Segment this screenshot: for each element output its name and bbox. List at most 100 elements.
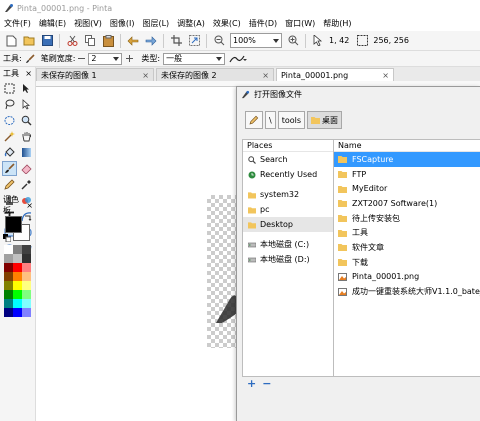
place-pc[interactable]: pc xyxy=(243,202,333,217)
palette-close-icon[interactable]: × xyxy=(26,201,33,210)
save-icon[interactable] xyxy=(40,34,54,48)
file-row[interactable]: 成功一键重装系统大师V1.1.0_bate_00001. xyxy=(334,284,480,299)
zoom-out-icon[interactable] xyxy=(212,34,226,48)
place-drive-c[interactable]: 本地磁盘 (C:) xyxy=(243,237,333,252)
pencil-icon[interactable] xyxy=(2,177,17,192)
menu-adjustments[interactable]: 调整(A) xyxy=(173,18,209,29)
tools-panel-close-icon[interactable]: × xyxy=(25,69,32,78)
brush-type-combo[interactable]: 一般 xyxy=(163,52,226,65)
file-row[interactable]: 下载 xyxy=(334,255,480,270)
palette-swatch[interactable] xyxy=(22,281,31,290)
tab-close-icon[interactable]: × xyxy=(382,71,389,80)
file-row[interactable]: FSCapture xyxy=(334,152,480,167)
menu-image[interactable]: 图像(I) xyxy=(106,18,139,29)
brush-width-increase-icon[interactable] xyxy=(126,55,134,62)
primary-color-swatch[interactable] xyxy=(5,216,22,233)
palette-swatch[interactable] xyxy=(4,245,13,254)
copy-icon[interactable] xyxy=(83,34,97,48)
brush-width-decrease-icon[interactable] xyxy=(78,55,86,62)
brush-width-combo[interactable]: 2 xyxy=(88,52,123,65)
place-drive-d[interactable]: 本地磁盘 (D:) xyxy=(243,252,333,267)
file-row[interactable]: 软件文章 xyxy=(334,240,480,255)
path-segment-tools[interactable]: tools xyxy=(277,111,306,129)
path-segment-desktop[interactable]: 桌面 xyxy=(307,111,343,129)
zoom-in-icon[interactable] xyxy=(286,34,300,48)
palette-swatch[interactable] xyxy=(13,290,22,299)
tab-untitled-1[interactable]: 未保存的图像 1 × xyxy=(36,68,154,81)
palette-swatch[interactable] xyxy=(22,245,31,254)
menu-layers[interactable]: 图层(L) xyxy=(138,18,173,29)
palette-swatch[interactable] xyxy=(22,254,31,263)
color-picker-icon[interactable] xyxy=(19,177,34,192)
palette-swatch[interactable] xyxy=(13,254,22,263)
tab-untitled-2[interactable]: 未保存的图像 2 × xyxy=(156,68,274,81)
palette-swatch[interactable] xyxy=(22,308,31,317)
palette-swatch[interactable] xyxy=(13,272,22,281)
name-column-header[interactable]: Name xyxy=(334,140,480,152)
pan-icon[interactable] xyxy=(19,129,34,144)
redo-icon[interactable] xyxy=(144,34,158,48)
palette-swatch[interactable] xyxy=(22,299,31,308)
menu-help[interactable]: 帮助(H) xyxy=(319,18,355,29)
menu-edit[interactable]: 编辑(E) xyxy=(35,18,70,29)
palette-swatch[interactable] xyxy=(4,263,13,272)
zoom-dropdown[interactable]: 100% xyxy=(230,33,282,48)
magic-wand-icon[interactable] xyxy=(2,129,17,144)
file-row[interactable]: MyEditor xyxy=(334,181,480,196)
palette-swatch[interactable] xyxy=(4,272,13,281)
file-row[interactable]: 工具 xyxy=(334,225,480,240)
gradient-icon[interactable] xyxy=(19,145,34,160)
eraser-icon[interactable] xyxy=(19,161,34,176)
palette-swatch[interactable] xyxy=(13,299,22,308)
palette-swatch[interactable] xyxy=(13,308,22,317)
palette-swatch[interactable] xyxy=(22,290,31,299)
palette-swatch[interactable] xyxy=(13,281,22,290)
path-segment-root[interactable]: \ xyxy=(265,111,276,129)
palette-swatch[interactable] xyxy=(13,263,22,272)
move-selection-icon[interactable] xyxy=(19,97,34,112)
paste-icon[interactable] xyxy=(101,34,115,48)
add-place-button[interactable]: + xyxy=(247,378,256,389)
menu-window[interactable]: 窗口(W) xyxy=(281,18,319,29)
menu-file[interactable]: 文件(F) xyxy=(0,18,35,29)
menu-effects[interactable]: 效果(C) xyxy=(209,18,245,29)
tab-pinta-00001[interactable]: Pinta_00001.png × xyxy=(276,68,394,81)
palette-swatch[interactable] xyxy=(22,263,31,272)
zoom-tool-icon[interactable] xyxy=(19,113,34,128)
edit-path-button[interactable] xyxy=(245,111,263,129)
menu-addins[interactable]: 插件(D) xyxy=(245,18,281,29)
palette-swatch[interactable] xyxy=(4,281,13,290)
menu-view[interactable]: 视图(V) xyxy=(70,18,106,29)
paint-bucket-icon[interactable] xyxy=(2,145,17,160)
palette-swatch[interactable] xyxy=(4,308,13,317)
lasso-select-icon[interactable] xyxy=(2,97,17,112)
palette-swatch[interactable] xyxy=(22,272,31,281)
palette-swatch[interactable] xyxy=(4,290,13,299)
cut-icon[interactable] xyxy=(65,34,79,48)
place-search[interactable]: Search xyxy=(243,152,333,167)
place-system32[interactable]: system32 xyxy=(243,187,333,202)
remove-place-button[interactable]: − xyxy=(262,378,271,389)
swap-colors-icon[interactable] xyxy=(24,214,32,222)
place-desktop[interactable]: Desktop xyxy=(243,217,333,232)
image-canvas[interactable] xyxy=(207,195,237,348)
new-icon[interactable] xyxy=(4,34,18,48)
ellipse-select-icon[interactable] xyxy=(2,113,17,128)
rectangle-select-icon[interactable] xyxy=(2,81,17,96)
paintbrush-tool-icon[interactable] xyxy=(2,161,17,176)
file-row[interactable]: FTP xyxy=(334,167,480,182)
crop-icon[interactable] xyxy=(169,34,183,48)
file-row[interactable]: 待上传安装包 xyxy=(334,211,480,226)
palette-swatch[interactable] xyxy=(13,245,22,254)
open-icon[interactable] xyxy=(22,34,36,48)
undo-icon[interactable] xyxy=(126,34,140,48)
tab-close-icon[interactable]: × xyxy=(262,71,269,80)
resize-icon[interactable] xyxy=(187,34,201,48)
antialiasing-icon[interactable] xyxy=(229,54,248,64)
tab-close-icon[interactable]: × xyxy=(142,71,149,80)
place-recently-used[interactable]: Recently Used xyxy=(243,167,333,182)
move-selected-icon[interactable] xyxy=(19,81,34,96)
palette-swatch[interactable] xyxy=(4,299,13,308)
palette-swatch[interactable] xyxy=(4,254,13,263)
file-row[interactable]: ZXT2007 Software(1) xyxy=(334,196,480,211)
